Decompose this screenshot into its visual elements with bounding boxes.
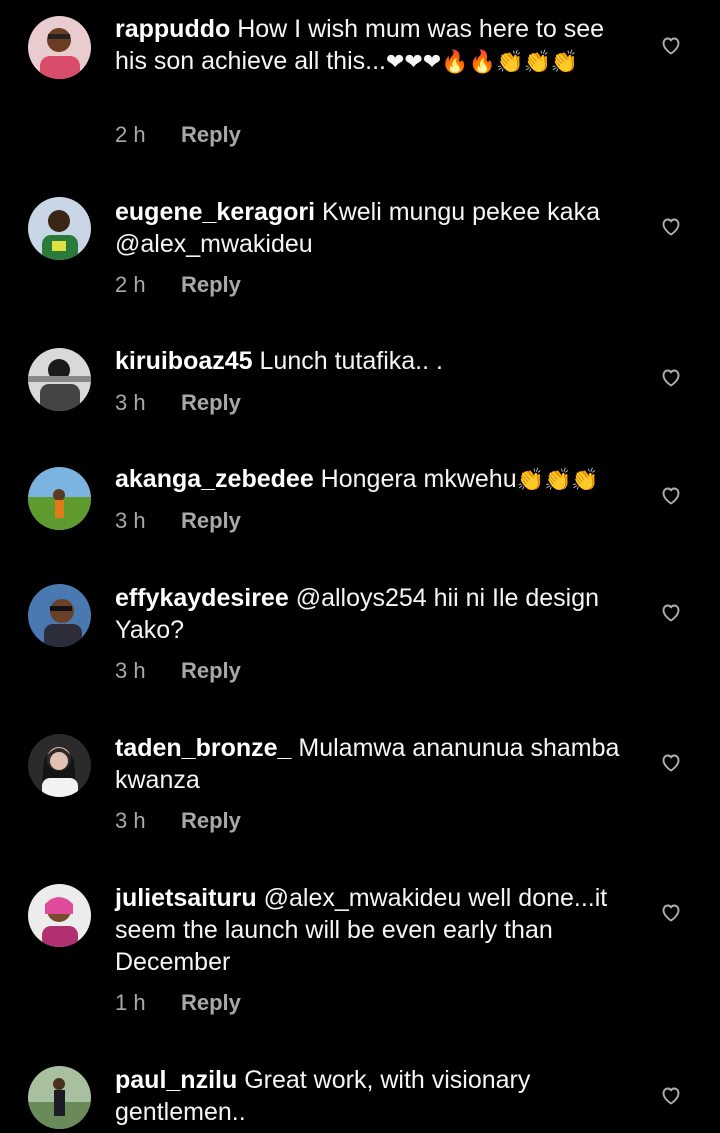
avatar[interactable] xyxy=(28,884,91,947)
comment-text: eugene_keragori Kweli mungu pekee kaka @… xyxy=(115,196,640,260)
comment-meta: 3 h Reply xyxy=(115,808,241,834)
comment-text: akanga_zebedee Hongera mkwehu👏👏👏 xyxy=(115,463,640,497)
avatar[interactable] xyxy=(28,467,91,530)
avatar[interactable] xyxy=(28,734,91,797)
comment-emoji: ❤❤❤🔥🔥👏👏👏 xyxy=(385,50,579,75)
avatar[interactable] xyxy=(28,1066,91,1129)
comment-meta: 3 h Reply xyxy=(115,508,241,534)
comment-text: taden_bronze_ Mulamwa ananunua shamba kw… xyxy=(115,732,640,796)
reply-button[interactable]: Reply xyxy=(181,658,241,683)
comment-body: Hongera mkwehu xyxy=(320,465,517,493)
avatar[interactable] xyxy=(28,348,91,411)
comment-emoji: 👏👏👏 xyxy=(516,468,599,493)
comment-username[interactable]: julietsaituru xyxy=(115,884,257,912)
like-heart-icon[interactable] xyxy=(659,750,683,774)
avatar[interactable] xyxy=(28,197,91,260)
comment-username[interactable]: effykaydesiree xyxy=(115,584,289,612)
comment-text: effykaydesiree @alloys254 hii ni Ile des… xyxy=(115,582,640,646)
comment-time: 3 h xyxy=(115,390,146,415)
comment-text: julietsaituru @alex_mwakideu well done..… xyxy=(115,882,640,978)
comment-time: 3 h xyxy=(115,808,146,833)
like-heart-icon[interactable] xyxy=(659,483,683,507)
comment-text: paul_nzilu Great work, with visionary ge… xyxy=(115,1064,640,1128)
like-heart-icon[interactable] xyxy=(659,33,683,57)
comment-time: 1 h xyxy=(115,990,146,1015)
comment-time: 2 h xyxy=(115,272,146,297)
comment-username[interactable]: eugene_keragori xyxy=(115,198,315,226)
comment-time: 2 h xyxy=(115,122,146,147)
comment-meta: 1 h Reply xyxy=(115,990,241,1016)
avatar[interactable] xyxy=(28,584,91,647)
comment-meta: 3 h Reply xyxy=(115,658,241,684)
comment-body: Lunch tutafika.. . xyxy=(259,347,443,375)
comment-username[interactable]: rappuddo xyxy=(115,15,230,43)
like-heart-icon[interactable] xyxy=(659,365,683,389)
comment-time: 3 h xyxy=(115,508,146,533)
comment-meta: 3 h Reply xyxy=(115,390,241,416)
comment-username[interactable]: paul_nzilu xyxy=(115,1066,237,1094)
reply-button[interactable]: Reply xyxy=(181,990,241,1015)
comment-username[interactable]: kiruiboaz45 xyxy=(115,347,253,375)
like-heart-icon[interactable] xyxy=(659,600,683,624)
like-heart-icon[interactable] xyxy=(659,900,683,924)
comment-text: rappuddo How I wish mum was here to see … xyxy=(115,13,640,79)
comment-time: 3 h xyxy=(115,658,146,683)
comment-username[interactable]: akanga_zebedee xyxy=(115,465,314,493)
comment-username[interactable]: taden_bronze_ xyxy=(115,734,291,762)
comment-meta: 2 h Reply xyxy=(115,122,241,148)
reply-button[interactable]: Reply xyxy=(181,272,241,297)
reply-button[interactable]: Reply xyxy=(181,122,241,147)
reply-button[interactable]: Reply xyxy=(181,808,241,833)
avatar[interactable] xyxy=(28,16,91,79)
reply-button[interactable]: Reply xyxy=(181,390,241,415)
comment-meta: 2 h Reply xyxy=(115,272,241,298)
comment-text: kiruiboaz45 Lunch tutafika.. . xyxy=(115,345,640,377)
reply-button[interactable]: Reply xyxy=(181,508,241,533)
like-heart-icon[interactable] xyxy=(659,1083,683,1107)
like-heart-icon[interactable] xyxy=(659,214,683,238)
